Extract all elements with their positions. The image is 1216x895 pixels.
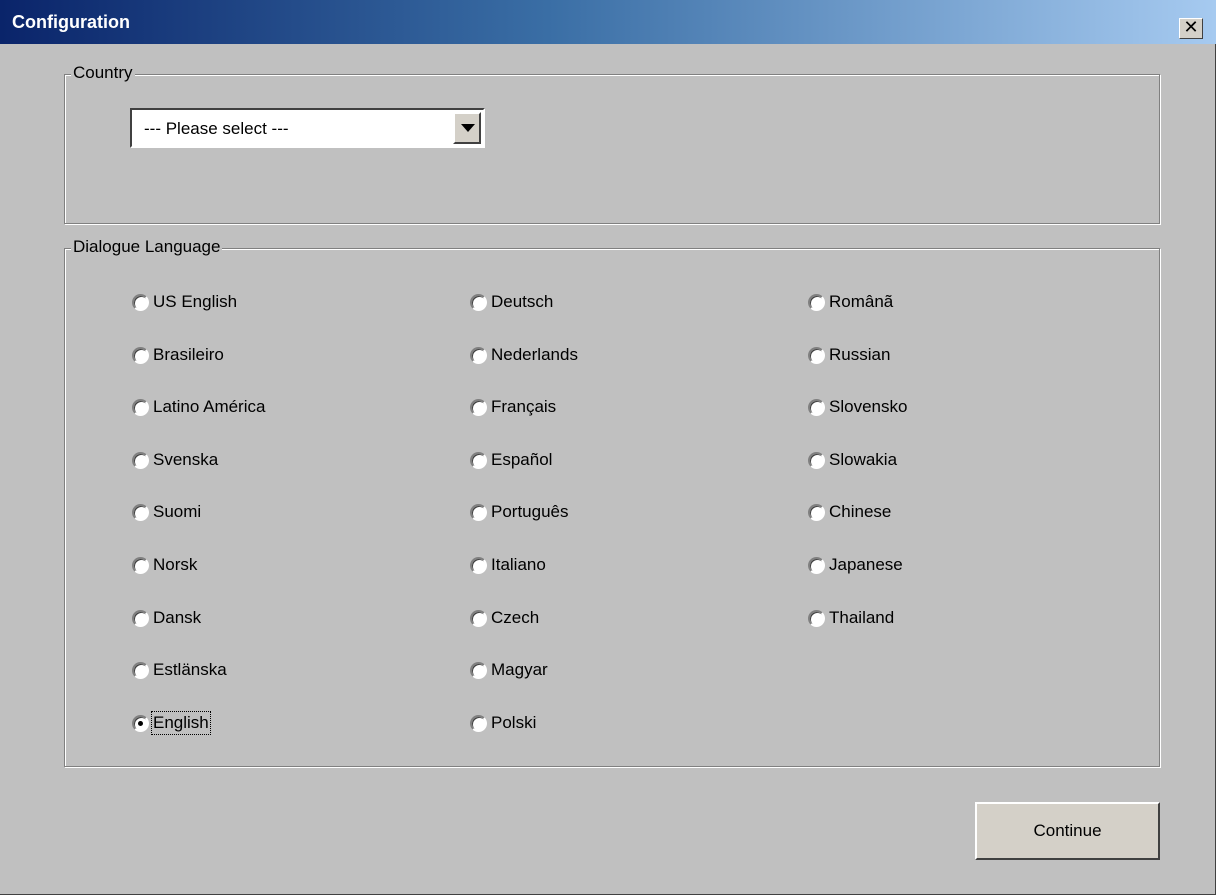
radio-icon[interactable] <box>132 661 149 679</box>
language-option[interactable]: Românã <box>808 289 893 315</box>
language-option[interactable]: Thailand <box>808 605 894 631</box>
radio-icon[interactable] <box>470 451 487 469</box>
radio-icon[interactable] <box>470 661 487 679</box>
continue-button[interactable]: Continue <box>975 802 1160 860</box>
language-option[interactable]: Dansk <box>132 605 201 631</box>
radio-icon[interactable] <box>808 398 825 416</box>
language-option[interactable]: Czech <box>470 605 539 631</box>
language-option[interactable]: Suomi <box>132 499 201 525</box>
language-option[interactable]: Français <box>470 394 556 420</box>
radio-icon[interactable] <box>470 609 487 627</box>
radio-icon[interactable] <box>470 346 487 364</box>
language-option[interactable]: Español <box>470 447 552 473</box>
dropdown-button[interactable] <box>453 112 481 144</box>
radio-icon[interactable] <box>808 293 825 311</box>
language-option-label: Dansk <box>153 608 202 627</box>
language-group: Dialogue Language <box>64 237 1160 767</box>
language-option-label: Suomi <box>153 502 202 521</box>
language-option-label: Italiano <box>491 555 546 574</box>
language-option-label: Nederlands <box>491 345 578 364</box>
language-option[interactable]: Russian <box>808 342 890 368</box>
radio-icon[interactable] <box>132 503 149 521</box>
language-option[interactable]: Magyar <box>470 657 548 683</box>
close-button[interactable]: ✕ <box>1179 18 1203 39</box>
language-option-label: Español <box>491 450 553 469</box>
radio-icon[interactable] <box>132 293 149 311</box>
language-option-label: Latino América <box>153 397 266 416</box>
country-legend: Country <box>71 63 135 83</box>
language-option-label: Português <box>491 502 569 521</box>
language-option[interactable]: Chinese <box>808 499 891 525</box>
country-select[interactable]: --- Please select --- <box>130 108 485 148</box>
radio-icon[interactable] <box>132 714 149 732</box>
language-option-label: Estlänska <box>153 660 227 679</box>
language-option[interactable]: Slowakia <box>808 447 897 473</box>
language-option[interactable]: Svenska <box>132 447 218 473</box>
country-select-value: --- Please select --- <box>144 119 289 138</box>
language-option[interactable]: Slovensko <box>808 394 907 420</box>
language-option[interactable]: US English <box>132 289 237 315</box>
window-title: Configuration <box>12 12 130 32</box>
language-option[interactable]: Italiano <box>470 552 546 578</box>
language-option-label: Français <box>491 397 557 416</box>
radio-icon[interactable] <box>132 556 149 574</box>
language-option-label: Polski <box>491 713 537 732</box>
language-option[interactable]: Norsk <box>132 552 197 578</box>
language-option-label: Norsk <box>153 555 198 574</box>
language-option-label: Magyar <box>491 660 548 679</box>
language-option[interactable]: Deutsch <box>470 289 553 315</box>
language-option[interactable]: Português <box>470 499 569 525</box>
language-option-label: Slowakia <box>829 450 898 469</box>
language-option-label: Românã <box>829 292 894 311</box>
language-option[interactable]: Japanese <box>808 552 903 578</box>
radio-icon[interactable] <box>808 609 825 627</box>
language-option[interactable]: Brasileiro <box>132 342 224 368</box>
radio-icon[interactable] <box>808 451 825 469</box>
radio-icon[interactable] <box>470 503 487 521</box>
language-option-label: Japanese <box>829 555 903 574</box>
language-option[interactable]: English <box>132 710 211 736</box>
language-option-label: US English <box>153 292 238 311</box>
radio-icon[interactable] <box>132 451 149 469</box>
radio-icon[interactable] <box>132 346 149 364</box>
language-option-label: Czech <box>491 608 540 627</box>
language-option[interactable]: Estlänska <box>132 657 227 683</box>
chevron-down-icon <box>461 124 475 132</box>
country-group: Country <box>64 63 1160 224</box>
configuration-dialog: Configuration ✕ Country --- Please selec… <box>0 0 1216 895</box>
language-option[interactable]: Nederlands <box>470 342 578 368</box>
radio-icon[interactable] <box>470 293 487 311</box>
title-bar[interactable]: Configuration ✕ <box>0 0 1216 44</box>
radio-icon[interactable] <box>808 346 825 364</box>
language-option-label: English <box>151 711 211 735</box>
language-option-label: Brasileiro <box>153 345 224 364</box>
language-option-label: Chinese <box>829 502 892 521</box>
language-option-label: Thailand <box>829 608 895 627</box>
radio-icon[interactable] <box>808 556 825 574</box>
language-legend: Dialogue Language <box>71 237 223 257</box>
radio-icon[interactable] <box>470 556 487 574</box>
language-option-label: Slovensko <box>829 397 908 416</box>
close-icon: ✕ <box>1183 17 1199 38</box>
language-option[interactable]: Latino América <box>132 394 265 420</box>
language-option-label: Russian <box>829 345 891 364</box>
radio-icon[interactable] <box>470 714 487 732</box>
radio-icon[interactable] <box>132 398 149 416</box>
radio-icon[interactable] <box>808 503 825 521</box>
language-option-label: Deutsch <box>491 292 554 311</box>
radio-icon[interactable] <box>132 609 149 627</box>
radio-icon[interactable] <box>470 398 487 416</box>
language-option[interactable]: Polski <box>470 710 536 736</box>
language-option-label: Svenska <box>153 450 219 469</box>
